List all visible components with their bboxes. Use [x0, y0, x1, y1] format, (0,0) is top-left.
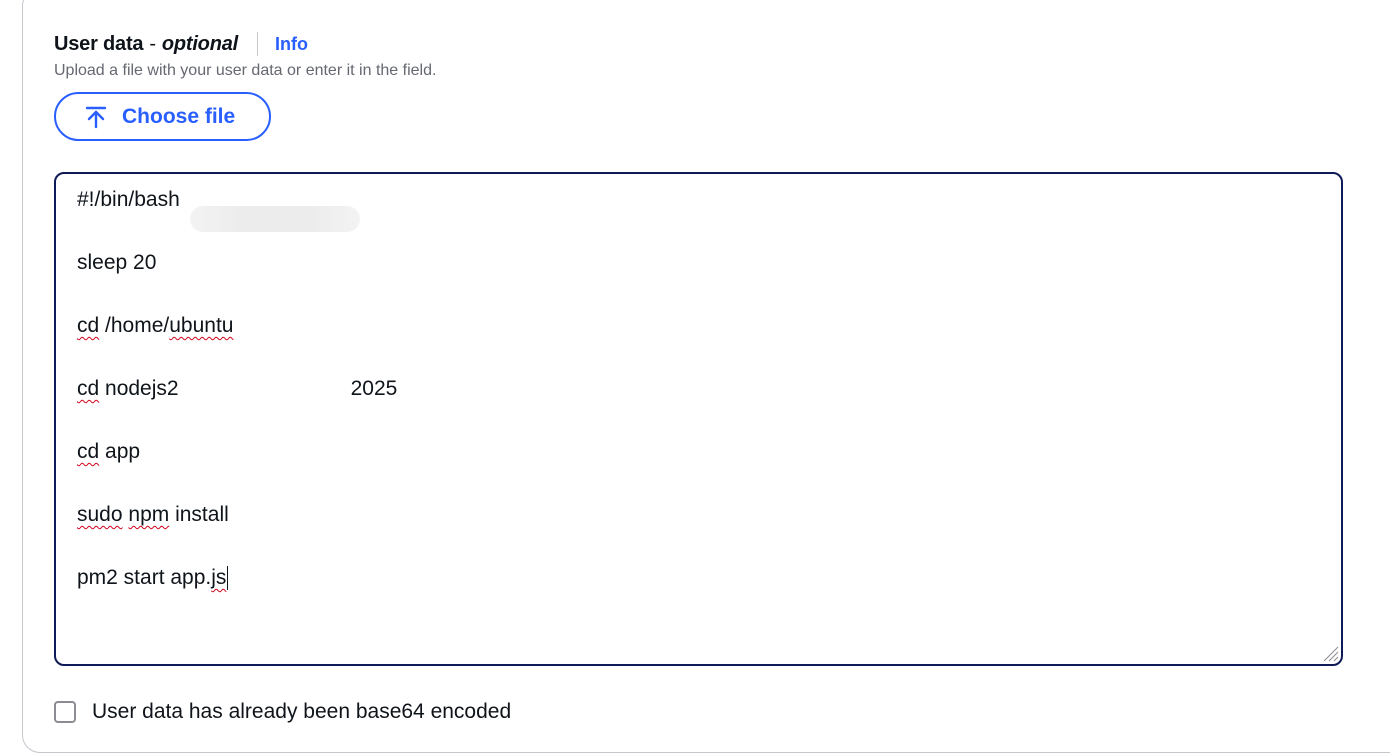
- field-label-separator: -: [149, 32, 156, 55]
- code-text: cd: [77, 440, 100, 463]
- redaction-blur: [190, 206, 360, 232]
- code-text: cd: [77, 314, 100, 337]
- field-header: User data - optional Info: [54, 31, 308, 57]
- code-text: 2025: [350, 377, 398, 400]
- base64-checkbox[interactable]: [54, 701, 76, 723]
- code-text: npm: [128, 503, 170, 526]
- choose-file-button[interactable]: Choose file: [54, 92, 271, 141]
- field-description: Upload a file with your user data or ent…: [54, 62, 437, 79]
- user-data-textarea[interactable]: #!/bin/bash sleep 20 cd /home/ubuntu cd …: [54, 172, 1343, 666]
- optional-label: optional: [161, 32, 238, 55]
- code-text: sudo: [77, 503, 123, 526]
- upload-icon: [85, 106, 107, 128]
- code-text: nodejs2: [99, 377, 179, 400]
- code-line: sleep 20: [77, 249, 156, 277]
- code-text: #!/bin/bash: [77, 188, 180, 211]
- code-line: pm2 start app.js: [77, 564, 229, 592]
- code-line: cd app: [77, 438, 140, 466]
- text-caret: [227, 566, 229, 591]
- field-label: User data - optional: [54, 33, 238, 56]
- code-line: sudo npm install: [77, 501, 229, 529]
- code-text: pm2 start app.: [77, 566, 212, 589]
- resize-handle-icon[interactable]: [1321, 644, 1339, 662]
- info-link[interactable]: Info: [275, 34, 308, 55]
- code-text: js: [211, 566, 227, 589]
- code-text: /home/: [99, 314, 170, 337]
- choose-file-label: Choose file: [122, 104, 236, 128]
- code-text: ubuntu: [169, 314, 234, 337]
- field-label-text: User data: [54, 32, 144, 55]
- code-text: install: [169, 503, 229, 526]
- code-text: sleep 20: [77, 251, 157, 274]
- code-line: cd /home/ubuntu: [77, 312, 233, 340]
- code-line: #!/bin/bash: [77, 186, 180, 214]
- code-text: app: [99, 440, 141, 463]
- code-text: cd: [77, 377, 100, 400]
- base64-checkbox-label[interactable]: User data has already been base64 encode…: [92, 700, 511, 724]
- base64-checkbox-row[interactable]: User data has already been base64 encode…: [54, 700, 511, 724]
- code-line: cd nodejs2 2025: [77, 375, 397, 403]
- header-divider: [257, 32, 258, 56]
